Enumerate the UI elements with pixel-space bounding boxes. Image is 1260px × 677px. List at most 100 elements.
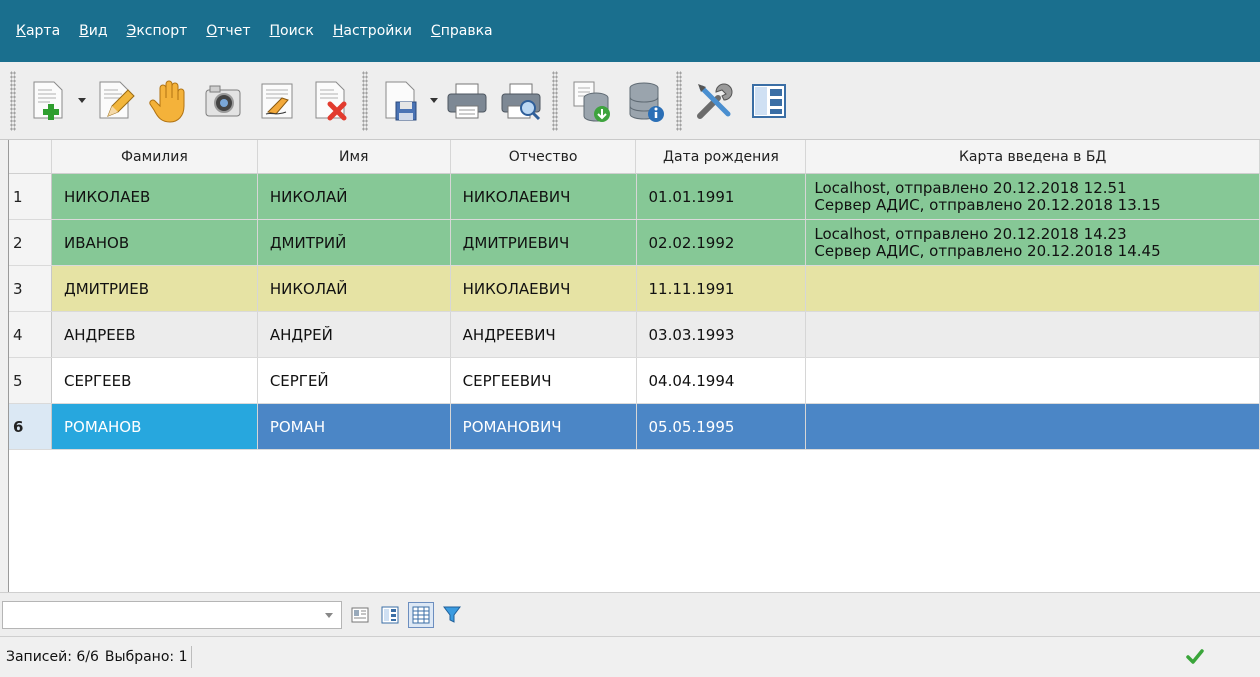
header-rownum	[9, 140, 52, 173]
cell-familiya-focused[interactable]: РОМАНОВ	[51, 404, 258, 449]
cell-birthdate[interactable]: 11.11.1991	[636, 266, 807, 311]
header-db-status[interactable]: Карта введена в БД	[806, 140, 1260, 173]
db-status-line: Localhost, отправлено 20.12.2018 14.23	[814, 224, 1127, 243]
new-card-dropdown[interactable]	[76, 71, 88, 131]
toolbar-grip[interactable]	[362, 70, 368, 131]
header-familiya[interactable]: Фамилия	[52, 140, 258, 173]
hand-icon	[149, 80, 185, 123]
layout-button[interactable]	[742, 71, 796, 131]
row-number[interactable]: 2	[9, 220, 52, 265]
db-export-button[interactable]	[564, 71, 618, 131]
filter-button[interactable]	[440, 603, 464, 627]
check-icon	[1186, 649, 1204, 664]
table-row[interactable]: 4 АНДРЕЕВ АНДРЕЙ АНДРЕЕВИЧ 03.03.1993	[9, 312, 1260, 358]
cell-db-status[interactable]: Localhost, отправлено 20.12.2018 12.51 Се…	[806, 174, 1260, 219]
menu-spravka[interactable]: Справка	[431, 23, 493, 39]
toolbar	[0, 62, 1260, 140]
cell-otchestvo[interactable]: НИКОЛАЕВИЧ	[450, 174, 637, 219]
table-row[interactable]: 5 СЕРГЕЕВ СЕРГЕЙ СЕРГЕЕВИЧ 04.04.1994	[9, 358, 1260, 404]
toolbar-grip[interactable]	[552, 70, 558, 131]
menu-poisk[interactable]: Поиск	[269, 23, 313, 39]
delete-card-icon	[315, 81, 347, 120]
table-row[interactable]: 1 НИКОЛАЕВ НИКОЛАЙ НИКОЛАЕВИЧ 01.01.1991…	[9, 174, 1260, 220]
print-preview-button[interactable]	[494, 71, 548, 131]
new-card-button[interactable]	[22, 71, 76, 131]
camera-button[interactable]	[196, 71, 250, 131]
save-button[interactable]	[374, 71, 428, 131]
cell-familiya[interactable]: СЕРГЕЕВ	[51, 358, 258, 403]
db-info-button[interactable]	[618, 71, 672, 131]
table-row-selected[interactable]: 6 РОМАНОВ РОМАН РОМАНОВИЧ 05.05.1995	[9, 404, 1260, 450]
row-number[interactable]: 3	[9, 266, 52, 311]
delete-card-button[interactable]	[304, 71, 358, 131]
edit-card-button[interactable]	[88, 71, 142, 131]
funnel-icon	[443, 606, 461, 623]
table-row[interactable]: 2 ИВАНОВ ДМИТРИЙ ДМИТРИЕВИЧ 02.02.1992 L…	[9, 220, 1260, 266]
cell-imya[interactable]: АНДРЕЙ	[257, 312, 451, 357]
cell-imya[interactable]: РОМАН	[257, 404, 451, 449]
cell-db-status[interactable]: Localhost, отправлено 20.12.2018 14.23 Се…	[806, 220, 1260, 265]
edit-card-icon	[99, 81, 135, 118]
db-status-line: Сервер АДИС, отправлено 20.12.2018 13.15	[814, 195, 1161, 214]
sign-button[interactable]	[250, 71, 304, 131]
card-view-icon	[351, 607, 369, 622]
print-button[interactable]	[440, 71, 494, 131]
cell-db-status[interactable]	[806, 266, 1260, 311]
toolbar-grip[interactable]	[676, 70, 682, 131]
chevron-down-icon[interactable]	[325, 612, 333, 618]
cell-otchestvo[interactable]: НИКОЛАЕВИЧ	[450, 266, 637, 311]
filter-bar	[0, 592, 1260, 636]
cell-familiya[interactable]: НИКОЛАЕВ	[51, 174, 258, 219]
cell-birthdate[interactable]: 05.05.1995	[636, 404, 807, 449]
table-header: Фамилия Имя Отчество Дата рождения Карта…	[9, 140, 1260, 174]
print-icon	[447, 83, 487, 118]
cell-otchestvo[interactable]: АНДРЕЕВИЧ	[450, 312, 637, 357]
menu-karta[interactable]: Карта	[16, 23, 60, 39]
row-number[interactable]: 1	[9, 174, 52, 219]
cell-familiya[interactable]: ИВАНОВ	[51, 220, 258, 265]
cell-imya[interactable]: НИКОЛАЙ	[257, 174, 451, 219]
cell-otchestvo[interactable]: РОМАНОВИЧ	[450, 404, 637, 449]
hand-button[interactable]	[142, 71, 196, 131]
cell-familiya[interactable]: ДМИТРИЕВ	[51, 266, 258, 311]
menu-otchet[interactable]: Отчет	[206, 23, 250, 39]
cell-birthdate[interactable]: 03.03.1993	[636, 312, 807, 357]
tools-button[interactable]	[688, 71, 742, 131]
cell-birthdate[interactable]: 02.02.1992	[636, 220, 807, 265]
table-view-button[interactable]	[408, 601, 434, 628]
toolbar-grip[interactable]	[10, 70, 16, 131]
columns-view-icon	[381, 606, 399, 623]
filter-combo[interactable]	[2, 600, 342, 629]
cell-otchestvo[interactable]: СЕРГЕЕВИЧ	[450, 358, 637, 403]
menu-nastroyki[interactable]: Настройки	[333, 23, 412, 39]
camera-icon	[205, 85, 241, 116]
header-imya[interactable]: Имя	[258, 140, 451, 173]
row-number[interactable]: 4	[9, 312, 52, 357]
table-row[interactable]: 3 ДМИТРИЕВ НИКОЛАЙ НИКОЛАЕВИЧ 11.11.1991	[9, 266, 1260, 312]
save-icon	[385, 81, 417, 120]
cell-imya[interactable]: НИКОЛАЙ	[257, 266, 451, 311]
columns-view-button[interactable]	[378, 603, 402, 627]
cell-familiya[interactable]: АНДРЕЕВ	[51, 312, 258, 357]
cell-imya[interactable]: ДМИТРИЙ	[257, 220, 451, 265]
new-card-icon	[33, 81, 63, 120]
row-number[interactable]: 5	[9, 358, 52, 403]
records-table[interactable]: Фамилия Имя Отчество Дата рождения Карта…	[8, 140, 1260, 592]
cell-imya[interactable]: СЕРГЕЙ	[257, 358, 451, 403]
cell-birthdate[interactable]: 01.01.1991	[636, 174, 807, 219]
menu-bar: Карта Вид Экспорт Отчет Поиск Настройки …	[0, 0, 1260, 62]
header-otchestvo[interactable]: Отчество	[451, 140, 637, 173]
cell-db-status[interactable]	[806, 358, 1260, 403]
row-number[interactable]: 6	[9, 404, 52, 449]
cell-otchestvo[interactable]: ДМИТРИЕВИЧ	[450, 220, 637, 265]
save-dropdown[interactable]	[428, 71, 440, 131]
cell-db-status[interactable]	[806, 404, 1260, 449]
menu-vid[interactable]: Вид	[79, 23, 107, 39]
menu-eksport[interactable]: Экспорт	[127, 23, 188, 39]
cell-birthdate[interactable]: 04.04.1994	[636, 358, 807, 403]
tools-icon	[697, 83, 733, 119]
cell-db-status[interactable]	[806, 312, 1260, 357]
header-birthdate[interactable]: Дата рождения	[636, 140, 807, 173]
db-info-icon	[629, 82, 664, 122]
card-view-button[interactable]	[348, 603, 372, 627]
